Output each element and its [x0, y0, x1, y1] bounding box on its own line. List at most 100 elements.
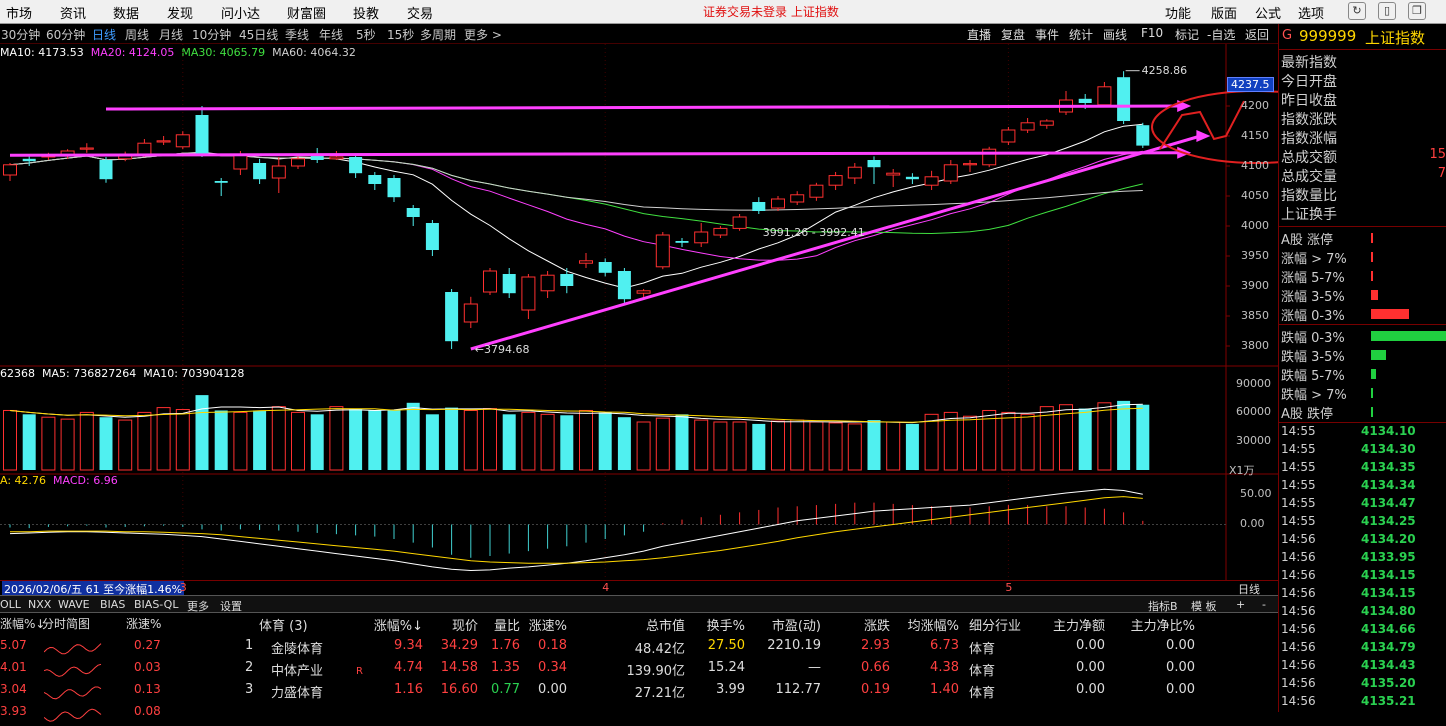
tool-event[interactable]: 事件	[1035, 26, 1059, 43]
col-sparkline-header[interactable]: 分时简图	[42, 615, 90, 632]
tool-f10[interactable]: F10	[1141, 26, 1163, 40]
tab-wave[interactable]: WAVE	[58, 598, 90, 611]
tab-oll[interactable]: OLL	[0, 598, 21, 611]
candle-body-down	[905, 176, 919, 180]
table-row[interactable]: 3 力盛体育 1.16 16.60 0.77 0.00 27.21亿 3.99 112.77 0.…	[235, 682, 1278, 704]
period-30min[interactable]: 30分钟	[1, 26, 40, 43]
zoom-out-button[interactable]: -	[1262, 598, 1266, 611]
zoom-in-button[interactable]: +	[1236, 598, 1245, 611]
tab-indicator-b[interactable]: 指标B	[1148, 598, 1178, 614]
menu-item-layout[interactable]: 版面	[1211, 3, 1237, 22]
col-header-diff[interactable]: 涨跌	[864, 615, 890, 634]
period-weekly[interactable]: 周线	[125, 26, 149, 43]
col-header-ind[interactable]: 细分行业	[969, 615, 1021, 634]
list-item[interactable]: 3.04 0.13	[0, 682, 222, 704]
col-speed-header[interactable]: 涨速%	[126, 615, 161, 632]
tab-nxx[interactable]: NXX	[28, 598, 51, 611]
restore-icon[interactable]: ❐	[1408, 2, 1426, 20]
tick-row: 14:56 4134.15	[1279, 568, 1446, 586]
tool-mark[interactable]: 标记	[1175, 26, 1199, 43]
candle-body-down	[445, 292, 459, 342]
tool-back[interactable]: 返回	[1245, 26, 1269, 43]
col-header-spd[interactable]: 涨速%	[529, 615, 567, 634]
period-60min[interactable]: 60分钟	[46, 26, 85, 43]
period-45day[interactable]: 45日线	[239, 26, 278, 43]
refresh-icon[interactable]: ↻	[1348, 2, 1366, 20]
period-more[interactable]: 更多 >	[464, 26, 502, 43]
tick-row: 14:55 4134.10	[1279, 424, 1446, 442]
sparkline	[44, 686, 102, 700]
menu-item-data[interactable]: 数据	[113, 3, 139, 22]
list-item[interactable]: 5.07 0.27	[0, 638, 222, 660]
tool-stats[interactable]: 统计	[1069, 26, 1093, 43]
cell-avg: 1.40	[930, 682, 959, 697]
table-row[interactable]: 2 中体产业 R 4.74 14.58 1.35 0.34 139.90亿 15.24 — 0.66…	[235, 660, 1278, 682]
kline-chart[interactable]	[0, 44, 1278, 580]
menu-item-ask[interactable]: 问小达	[221, 3, 260, 22]
tool-watchlist[interactable]: -自选	[1207, 26, 1235, 43]
col-header-net[interactable]: 主力净额	[1053, 615, 1105, 634]
col-header-pe[interactable]: 市盈(动)	[772, 615, 821, 634]
lock-icon[interactable]: ▯	[1378, 2, 1396, 20]
tick-price: 4133.95	[1361, 550, 1416, 564]
candle-body-up	[483, 270, 497, 293]
period-bar: 30分钟 60分钟 日线 周线 月线 10分钟 45日线 季线 年线 5秒 15…	[0, 24, 1278, 44]
menu-item-wealth[interactable]: 财富圈	[287, 3, 326, 22]
tick-price: 4134.30	[1361, 442, 1416, 456]
up-breadth-label: 涨幅 3-5%	[1281, 290, 1345, 305]
period-5sec[interactable]: 5秒	[356, 26, 376, 43]
volume-bar-up	[847, 423, 862, 471]
col-header-mcap[interactable]: 总市值	[646, 615, 685, 634]
col-header-avg[interactable]: 均涨幅%	[908, 615, 959, 634]
menu-item-function[interactable]: 功能	[1165, 3, 1191, 22]
breadth-divider	[1279, 324, 1446, 325]
tick-row: 14:55 4134.30	[1279, 442, 1446, 460]
period-10min[interactable]: 10分钟	[192, 26, 231, 43]
menu-item-trade[interactable]: 交易	[407, 3, 433, 22]
candle-body-up	[732, 216, 747, 229]
col-chg-header[interactable]: 涨幅%↓	[0, 615, 45, 632]
table-row[interactable]: 1 金陵体育 9.34 34.29 1.76 0.18 48.42亿 27.50 2210.19…	[235, 638, 1278, 660]
col-header-ratio[interactable]: 主力净比%	[1131, 615, 1195, 634]
tool-live[interactable]: 直播	[967, 26, 991, 43]
tab-bias[interactable]: BIAS	[100, 598, 125, 611]
period-daily[interactable]: 日线	[92, 26, 116, 43]
menu-item-news[interactable]: 资讯	[60, 3, 86, 22]
tick-price: 4134.15	[1361, 586, 1416, 600]
period-15sec[interactable]: 15秒	[387, 26, 414, 43]
tab-bias-ql[interactable]: BIAS-QL	[134, 598, 178, 611]
candle-body-up	[809, 184, 824, 198]
tick-row: 14:56 4135.21	[1279, 694, 1446, 712]
col-header-price[interactable]: 现价	[452, 615, 478, 634]
list-item[interactable]: 3.93 0.08	[0, 704, 222, 726]
tab-settings[interactable]: 设置	[220, 598, 242, 614]
list-item[interactable]: 4.01 0.03	[0, 660, 222, 682]
menu-item-market[interactable]: 市场	[6, 3, 32, 22]
candle-body-down	[675, 241, 689, 243]
price-axis-label: 3950	[1241, 249, 1269, 262]
period-quarter[interactable]: 季线	[285, 26, 309, 43]
period-year[interactable]: 年线	[319, 26, 343, 43]
col-header-chg[interactable]: 涨幅%↓	[374, 615, 423, 634]
volume-bar-up	[521, 411, 536, 471]
col-header-vr[interactable]: 量比	[494, 615, 520, 634]
price-axis-label: 3850	[1241, 309, 1269, 322]
volume-bar-up	[156, 407, 171, 471]
period-multi[interactable]: 多周期	[420, 26, 456, 43]
period-monthly[interactable]: 月线	[159, 26, 183, 43]
menu-item-education[interactable]: 投教	[353, 3, 379, 22]
volume-bar-up	[60, 418, 75, 471]
tab-more[interactable]: 更多	[187, 598, 209, 614]
col-header-turn[interactable]: 换手%	[707, 615, 745, 634]
cell-price: 16.60	[440, 682, 478, 697]
tool-draw[interactable]: 画线	[1103, 26, 1127, 43]
volume-bar-down	[214, 410, 228, 470]
menu-item-formula[interactable]: 公式	[1255, 3, 1281, 22]
menu-item-options[interactable]: 选项	[1298, 3, 1324, 22]
tab-template[interactable]: 模 板	[1191, 598, 1217, 614]
up-breadth-label: 涨幅 > 7%	[1281, 252, 1347, 267]
volume-bar-up	[828, 422, 843, 471]
login-notice[interactable]: 证券交易未登录 上证指数	[703, 3, 839, 20]
menu-item-discover[interactable]: 发现	[167, 3, 193, 22]
tool-review[interactable]: 复盘	[1001, 26, 1025, 43]
